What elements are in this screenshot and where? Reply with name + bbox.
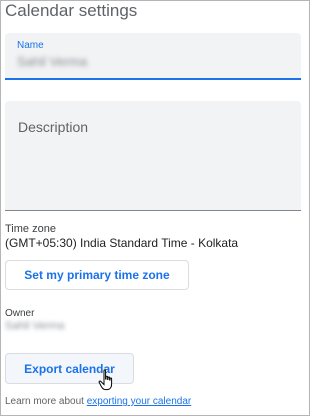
page-title: Calendar settings [5, 1, 138, 20]
exporting-calendar-link[interactable]: exporting your calendar [87, 396, 192, 407]
learn-more-text: Learn more about exporting your calendar [5, 396, 191, 407]
hand-pointer-icon [98, 369, 113, 391]
description-placeholder: Description [18, 119, 89, 135]
owner-value: Sahil Verma [5, 320, 65, 332]
time-zone-value: (GMT+05:30) India Standard Time - Kolkat… [5, 236, 239, 250]
name-value[interactable]: Sahil Verma [17, 54, 87, 69]
time-zone-label: Time zone [5, 223, 56, 235]
learn-more-prefix: Learn more about [5, 396, 87, 407]
set-primary-time-zone-button[interactable]: Set my primary time zone [5, 260, 189, 290]
calendar-name-field[interactable]: Name Sahil Verma [5, 33, 301, 80]
description-field[interactable]: Description [5, 101, 301, 211]
name-label: Name [17, 40, 44, 51]
owner-label: Owner [5, 308, 35, 319]
